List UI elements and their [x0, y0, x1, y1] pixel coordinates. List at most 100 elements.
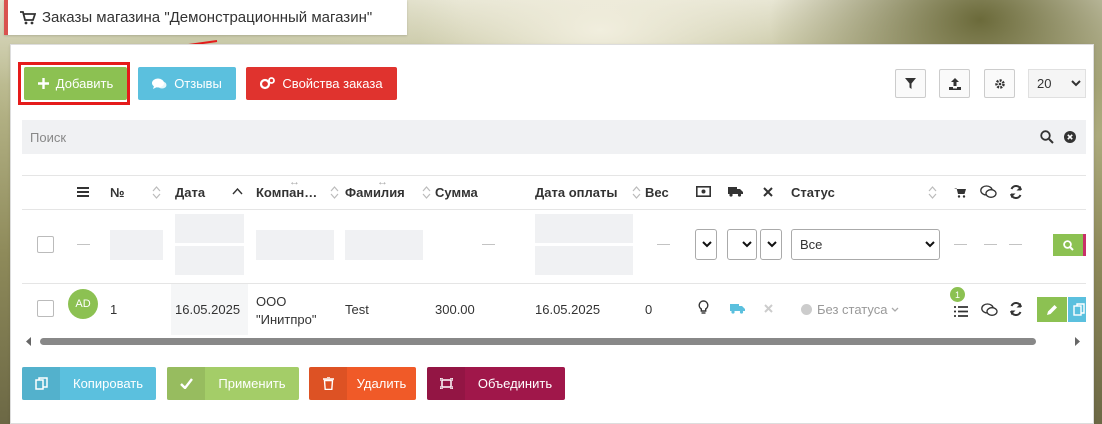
order-company: ООО [256, 294, 287, 309]
page-title-tab: Заказы магазина "Демонстрационный магази… [4, 0, 407, 35]
copy-icon [22, 367, 60, 400]
add-button[interactable]: Добавить [24, 67, 127, 100]
sort-asc-icon[interactable] [232, 188, 243, 195]
truck-icon[interactable] [728, 186, 743, 197]
sort-icon[interactable] [928, 186, 937, 199]
scroll-left-icon[interactable] [26, 337, 32, 346]
filter-company-input[interactable] [256, 230, 334, 260]
order-company: "Инитпро" [256, 312, 317, 327]
apply-button[interactable]: Применить [167, 367, 299, 400]
search-input[interactable]: Поиск [30, 130, 1040, 145]
apply-filter-button[interactable] [1053, 234, 1086, 256]
order-weight: 0 [645, 302, 653, 317]
cart-icon [20, 10, 36, 24]
chevron-down-icon [767, 241, 777, 248]
order-status[interactable]: Без статуса [801, 302, 899, 317]
merge-icon [427, 367, 465, 400]
pencil-icon [1047, 304, 1057, 315]
scroll-right-icon[interactable] [1074, 337, 1080, 346]
select-all-checkbox[interactable] [37, 236, 54, 253]
sort-icon[interactable] [330, 186, 339, 199]
upload-icon [948, 77, 961, 90]
column-surname[interactable]: Фамилия [345, 176, 405, 209]
sort-icon[interactable] [152, 186, 161, 199]
divider [22, 209, 1086, 210]
comments-icon[interactable] [981, 303, 998, 317]
reviews-button[interactable]: Отзывы [138, 67, 236, 100]
filter-pay-date-from-input[interactable] [535, 214, 633, 243]
copy-order-button[interactable] [1068, 297, 1086, 322]
filter-status-select[interactable]: Все [791, 229, 940, 260]
filter-placeholder: — [657, 236, 670, 251]
search-icon[interactable] [1040, 130, 1054, 144]
filter-number-input[interactable] [110, 230, 163, 260]
filter-pay-date-to-input[interactable] [535, 246, 633, 275]
sort-icon[interactable] [422, 186, 431, 199]
refresh-icon[interactable] [1009, 185, 1023, 199]
column-weight[interactable]: Вес [645, 176, 669, 209]
filter-icon [905, 78, 916, 89]
chevron-down-icon [892, 307, 899, 312]
delivery-truck-icon[interactable] [730, 303, 745, 314]
column-payment-date[interactable]: Дата оплаты [535, 176, 617, 209]
column-company[interactable]: Компан… [256, 176, 317, 209]
filter-delivery-select[interactable] [727, 229, 757, 260]
page-title: Заказы магазина "Демонстрационный магази… [42, 9, 373, 26]
row-checkbox[interactable] [37, 300, 54, 317]
columns-menu-icon[interactable] [77, 187, 89, 197]
refresh-icon[interactable] [1009, 302, 1023, 316]
merge-button[interactable]: Объединить [427, 367, 565, 400]
column-date[interactable]: Дата [175, 176, 205, 209]
items-count-badge: 1 [950, 287, 965, 302]
search-icon [1062, 239, 1074, 251]
column-sum[interactable]: Сумма [435, 176, 478, 209]
filter-placeholder: — [984, 236, 997, 251]
money-icon[interactable] [696, 186, 711, 197]
column-number[interactable]: № [110, 176, 125, 209]
scrollbar-thumb[interactable] [40, 338, 1036, 345]
chevron-down-icon [1071, 80, 1081, 87]
filter-button[interactable] [895, 69, 926, 98]
delete-button[interactable]: Удалить [309, 367, 416, 400]
clear-search-icon[interactable] [1064, 131, 1076, 143]
order-properties-button[interactable]: Свойства заказа [246, 67, 397, 100]
search-bar[interactable]: Поиск [22, 120, 1086, 154]
cancel-icon[interactable] [763, 187, 773, 197]
status-dot [801, 304, 812, 315]
orders-table: № Дата ↔ Компан… ↔ Фамилия Сумма Дата оп… [22, 175, 1086, 335]
sort-icon[interactable] [632, 186, 641, 199]
chevron-down-icon [702, 241, 712, 248]
comments-icon [152, 78, 167, 89]
order-sum: 300.00 [435, 302, 475, 317]
filter-surname-input[interactable] [345, 230, 423, 260]
avatar: AD [68, 289, 98, 319]
check-icon [167, 367, 205, 400]
settings-button[interactable] [984, 69, 1015, 98]
gears-icon [260, 77, 276, 90]
order-pay-date: 16.05.2025 [535, 302, 601, 317]
export-button[interactable] [939, 69, 970, 98]
cancel-icon[interactable] [764, 304, 773, 313]
filter-placeholder: — [77, 236, 90, 251]
filter-placeholder: — [954, 236, 967, 251]
filter-date-from-input[interactable] [175, 214, 244, 243]
chevron-down-icon [925, 241, 935, 248]
filter-date-to-input[interactable] [175, 246, 244, 275]
items-list-icon[interactable] [954, 306, 968, 317]
filter-paid-select[interactable] [695, 229, 717, 260]
copy-button[interactable]: Копировать [22, 367, 156, 400]
plus-icon [37, 78, 49, 89]
comments-column-icon[interactable] [980, 185, 997, 199]
cart-column-icon[interactable] [954, 187, 967, 198]
filter-placeholder: — [1009, 236, 1022, 251]
edit-order-button[interactable] [1037, 297, 1067, 322]
filter-cancelled-select[interactable] [760, 229, 782, 260]
order-number[interactable]: 1 [110, 302, 117, 317]
trash-icon [309, 367, 347, 400]
gear-icon [994, 78, 1005, 89]
per-page-select[interactable]: 20 [1028, 69, 1086, 98]
chevron-down-icon [742, 241, 752, 248]
lightbulb-icon[interactable] [698, 300, 709, 315]
column-status[interactable]: Статус [791, 176, 835, 209]
horizontal-scrollbar[interactable] [22, 335, 1086, 348]
